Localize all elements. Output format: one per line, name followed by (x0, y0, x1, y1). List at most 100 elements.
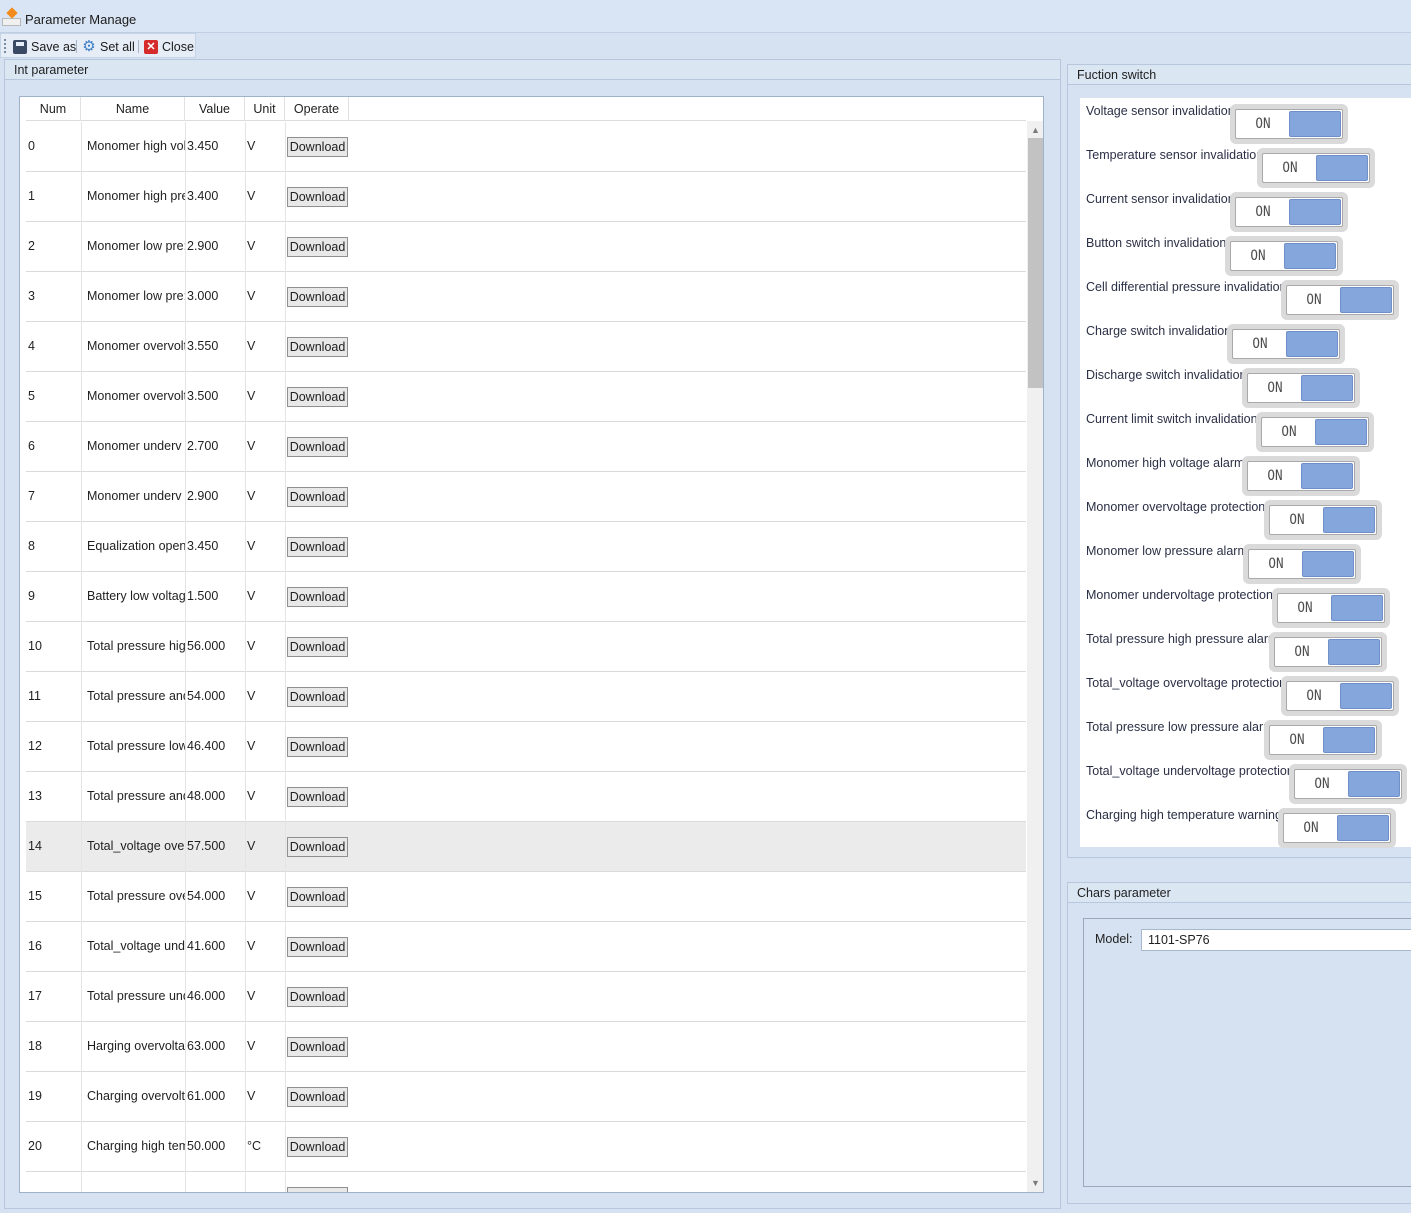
download-button[interactable]: Download (287, 487, 348, 507)
row-unit[interactable]: V (247, 689, 277, 703)
download-button[interactable]: Download (287, 587, 348, 607)
row-value[interactable]: 57.500 (187, 839, 243, 853)
row-name[interactable]: Total_voltage unde (87, 939, 185, 953)
row-name[interactable]: Total_voltage over (87, 839, 185, 853)
table-row[interactable]: 16 Total_voltage unde 41.600 V Download (26, 922, 1026, 972)
row-name[interactable]: Monomer underv (87, 439, 185, 453)
row-name[interactable]: Total pressure und (87, 989, 185, 1003)
row-value[interactable]: 63.000 (187, 1039, 243, 1053)
set-all-button[interactable]: ⚙ Set all (82, 37, 134, 56)
row-unit[interactable]: V (247, 439, 277, 453)
row-value[interactable]: 3.500 (187, 389, 243, 403)
download-button[interactable]: Download (287, 187, 348, 207)
toggle-switch[interactable]: ON (1272, 588, 1390, 628)
toggle-switch[interactable]: ON (1289, 764, 1407, 804)
toggle-switch[interactable]: ON (1230, 104, 1348, 144)
row-unit[interactable]: V (247, 189, 277, 203)
row-num[interactable]: 9 (28, 589, 78, 603)
table-row[interactable]: 10 Total pressure high 56.000 V Download (26, 622, 1026, 672)
row-unit[interactable]: V (247, 539, 277, 553)
row-value[interactable]: 50.000 (187, 1139, 243, 1153)
row-unit[interactable]: V (247, 739, 277, 753)
toggle-knob[interactable] (1302, 551, 1354, 577)
table-row[interactable]: 20 Charging high tem 50.000 °C Download (26, 1122, 1026, 1172)
row-value[interactable]: 3.450 (187, 139, 243, 153)
toggle-knob[interactable] (1316, 155, 1368, 181)
row-unit[interactable]: V (247, 939, 277, 953)
row-value[interactable]: 1.500 (187, 589, 243, 603)
toggle-knob[interactable] (1348, 771, 1400, 797)
row-num[interactable]: 4 (28, 339, 78, 353)
toggle-knob[interactable] (1301, 463, 1353, 489)
download-button[interactable]: Download (287, 837, 348, 857)
row-value[interactable]: 3.000 (187, 289, 243, 303)
scroll-down-arrow-icon[interactable]: ▼ (1027, 1176, 1043, 1190)
row-num[interactable]: 13 (28, 789, 78, 803)
toggle-knob[interactable] (1286, 331, 1338, 357)
row-value[interactable]: 54.000 (187, 689, 243, 703)
table-row[interactable]: 18 Harging overvolta 63.000 V Download (26, 1022, 1026, 1072)
row-name[interactable]: Charging overvolt (87, 1089, 185, 1103)
table-row[interactable]: 11 Total pressure and 54.000 V Download (26, 672, 1026, 722)
table-row[interactable]: 1 Monomer high pre 3.400 V Download (26, 172, 1026, 222)
row-unit[interactable]: V (247, 889, 277, 903)
toggle-knob[interactable] (1328, 639, 1380, 665)
column-header-unit[interactable]: Unit (245, 97, 285, 121)
table-row[interactable]: 0 Monomer high vol 3.450 V Download (26, 122, 1026, 172)
download-button[interactable]: Download (287, 1087, 348, 1107)
model-input[interactable]: 1101-SP76 (1141, 929, 1411, 951)
row-num[interactable]: 7 (28, 489, 78, 503)
toggle-switch[interactable]: ON (1257, 148, 1375, 188)
toggle-switch[interactable]: ON (1269, 632, 1387, 672)
toggle-switch[interactable]: ON (1227, 324, 1345, 364)
row-name[interactable]: Total pressure low (87, 739, 185, 753)
row-name[interactable]: Battery low voltag (87, 589, 185, 603)
download-button[interactable]: Download (287, 437, 348, 457)
row-num[interactable]: 15 (28, 889, 78, 903)
row-value[interactable]: 41.600 (187, 939, 243, 953)
download-button[interactable]: Download (287, 987, 348, 1007)
close-button[interactable]: ✕ Close (144, 37, 194, 56)
row-unit[interactable]: V (247, 789, 277, 803)
toggle-knob[interactable] (1289, 199, 1341, 225)
toggle-knob[interactable] (1323, 727, 1375, 753)
table-row[interactable]: 6 Monomer underv 2.700 V Download (26, 422, 1026, 472)
row-name[interactable]: Charging high tem (87, 1139, 185, 1153)
download-button[interactable]: Download (287, 137, 348, 157)
toggle-knob[interactable] (1331, 595, 1383, 621)
toggle-switch[interactable]: ON (1264, 720, 1382, 760)
toggle-switch[interactable]: ON (1256, 412, 1374, 452)
download-button[interactable]: Download (287, 237, 348, 257)
row-name[interactable]: Monomer underv (87, 489, 185, 503)
table-row[interactable]: 14 Total_voltage over 57.500 V Download (26, 822, 1026, 872)
row-num[interactable]: 18 (28, 1039, 78, 1053)
row-value[interactable]: 3.450 (187, 539, 243, 553)
row-name[interactable]: Total pressure high (87, 639, 185, 653)
row-unit[interactable]: V (247, 989, 277, 1003)
column-header-name[interactable]: Name (81, 97, 185, 121)
row-unit[interactable]: V (247, 389, 277, 403)
row-num[interactable]: 3 (28, 289, 78, 303)
download-button[interactable]: Download (287, 287, 348, 307)
row-name[interactable]: Total pressure and (87, 689, 185, 703)
download-button[interactable]: Download (287, 887, 348, 907)
download-button[interactable]: Download (287, 537, 348, 557)
row-name[interactable]: Equalization openi (87, 539, 185, 553)
table-row[interactable]: 15 Total pressure ove 54.000 V Download (26, 872, 1026, 922)
download-button[interactable]: Download (287, 1037, 348, 1057)
toggle-knob[interactable] (1340, 683, 1392, 709)
row-num[interactable]: 6 (28, 439, 78, 453)
toggle-knob[interactable] (1337, 815, 1389, 841)
toggle-switch[interactable]: ON (1243, 544, 1361, 584)
table-row[interactable]: 2 Monomer low pre: 2.900 V Download (26, 222, 1026, 272)
toggle-switch[interactable]: ON (1230, 192, 1348, 232)
toggle-switch[interactable]: ON (1242, 456, 1360, 496)
download-button[interactable]: Download (287, 937, 348, 957)
row-value[interactable]: 46.400 (187, 739, 243, 753)
toggle-switch[interactable]: ON (1225, 236, 1343, 276)
row-name[interactable]: Harging overvolta (87, 1039, 185, 1053)
row-unit[interactable]: V (247, 1089, 277, 1103)
row-num[interactable]: 19 (28, 1089, 78, 1103)
toggle-switch[interactable]: ON (1281, 676, 1399, 716)
column-header-value[interactable]: Value (185, 97, 245, 121)
